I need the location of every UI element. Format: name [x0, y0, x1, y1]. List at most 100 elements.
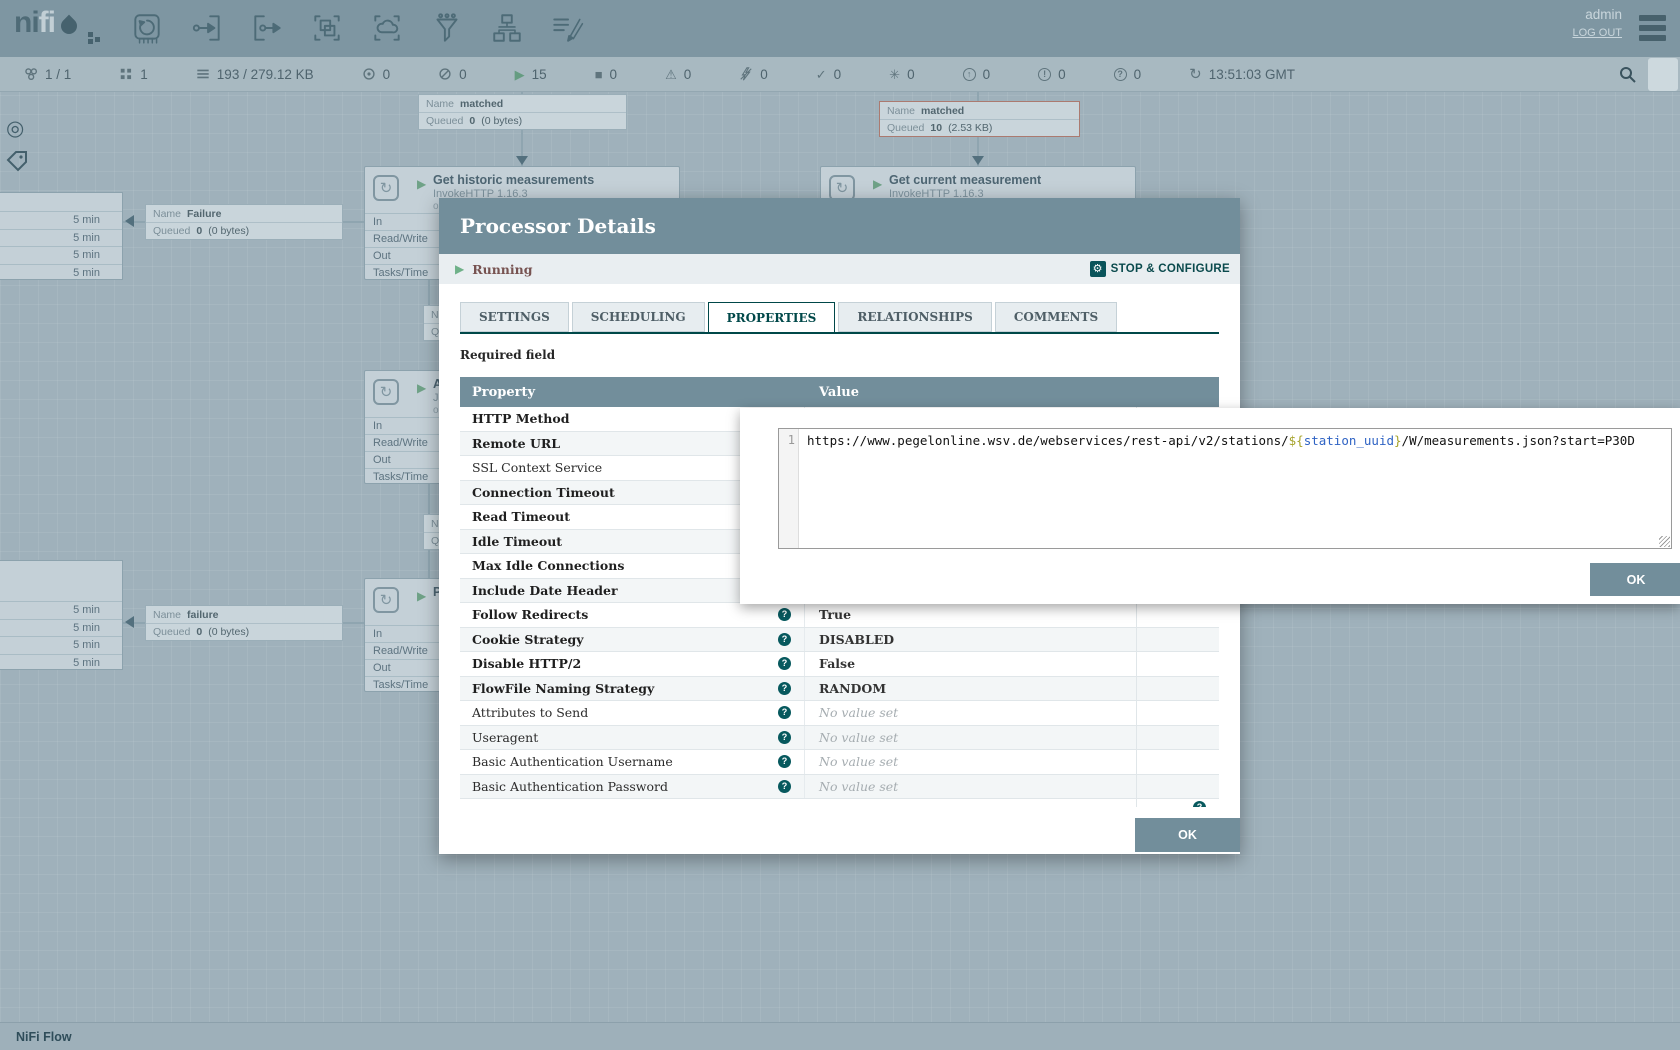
dialog-tabs: SETTINGSSCHEDULINGPROPERTIESRELATIONSHIP…	[460, 302, 1117, 333]
remote-process-group-icon[interactable]	[368, 9, 405, 47]
table-row[interactable]: Attributes to Send? No value set	[460, 701, 1219, 726]
stat-row-value: 5 min	[0, 636, 122, 654]
process-group-icon[interactable]	[308, 9, 345, 47]
help-icon[interactable]: ?	[778, 755, 791, 768]
refresh-icon[interactable]: ↻	[1189, 68, 1202, 81]
connection-label[interactable]: NameFailure Queued0(0 bytes)	[145, 204, 343, 240]
status-bar: 1 / 11193 / 279.12 KB00▶15■0⚠00✓0✳0↑0!0?…	[0, 57, 1680, 92]
processor-name: Get historic measurements	[433, 173, 594, 187]
logout-link[interactable]: LOG OUT	[1572, 27, 1622, 39]
expression-text[interactable]: https://www.pegelonline.wsv.de/webservic…	[799, 429, 1671, 548]
label-icon[interactable]	[548, 9, 585, 47]
connection-label[interactable]: Namefailure Queued0(0 bytes)	[145, 605, 343, 641]
run-status-icon: ▶	[417, 589, 426, 603]
tab-scheduling[interactable]: SCHEDULING	[572, 302, 705, 332]
not-transmitting-icon	[438, 67, 452, 81]
stop-and-configure-button[interactable]: ⚙ STOP & CONFIGURE	[1090, 254, 1230, 284]
table-row[interactable]: FlowFile Naming Strategy? RANDOM	[460, 677, 1219, 702]
connection-arrow-icon	[972, 156, 984, 165]
property-value[interactable]: No value set	[819, 779, 898, 794]
queued-icon	[196, 67, 210, 81]
table-row[interactable]: Useragent? No value set	[460, 726, 1219, 751]
help-icon[interactable]: ?	[778, 633, 791, 646]
circle-up-icon: ↑	[963, 68, 976, 81]
gear-icon: ⚙	[1090, 261, 1106, 277]
stopped-count: ■0	[595, 67, 617, 82]
sync-failure-count: ?0	[1114, 67, 1142, 82]
run-status-icon: ▶	[417, 381, 426, 395]
dialog-ok-button[interactable]: OK	[1135, 818, 1240, 852]
help-icon[interactable]: ?	[1193, 801, 1206, 807]
funnel-icon[interactable]	[428, 9, 465, 47]
table-row[interactable]: Disable HTTP/2?False	[460, 652, 1219, 677]
connection-label[interactable]: Namematched Queued0(0 bytes)	[418, 94, 627, 130]
processor-icon[interactable]	[128, 9, 165, 47]
property-name: SSL Context Service	[472, 460, 602, 475]
output-port-icon[interactable]	[248, 9, 285, 47]
cluster-icon	[24, 67, 38, 81]
property-name: Useragent	[472, 730, 538, 745]
help-icon[interactable]: ?	[778, 731, 791, 744]
offscreen-processor-stats[interactable]: 5 min5 min5 min5 min	[0, 192, 123, 280]
threads-icon	[119, 67, 133, 81]
breadcrumb[interactable]: NiFi Flow	[16, 1030, 72, 1044]
stat-row-value: 5 min	[0, 211, 122, 229]
property-value[interactable]: DISABLED	[819, 632, 894, 647]
table-row[interactable]: Basic Authentication Password?No value s…	[460, 775, 1219, 800]
input-port-icon[interactable]	[188, 9, 225, 47]
table-row[interactable]: Basic Authentication Username?No value s…	[460, 750, 1219, 775]
tab-settings[interactable]: SETTINGS	[460, 302, 569, 332]
help-icon[interactable]: ?	[778, 780, 791, 793]
offscreen-processor-stats[interactable]: 5 min5 min5 min5 min	[0, 560, 123, 670]
stat-row-value: 5 min	[0, 654, 122, 672]
template-icon[interactable]	[488, 9, 525, 47]
stat-row-value: 5 min	[0, 619, 122, 637]
logo-text: ni	[14, 6, 39, 40]
tab-relationships[interactable]: RELATIONSHIPS	[838, 302, 991, 332]
stat-row-value: 5 min	[0, 246, 122, 264]
tab-comments[interactable]: COMMENTS	[995, 302, 1117, 332]
property-value[interactable]: No value set	[819, 730, 898, 745]
property-value[interactable]: No value set	[819, 754, 898, 769]
label-component-icon[interactable]	[6, 150, 28, 177]
not-transmitting-count: 0	[438, 67, 467, 82]
top-header-bar: nifi admin LOG OUT	[0, 0, 1680, 57]
stat-row-value: 5 min	[0, 229, 122, 247]
help-icon[interactable]: ?	[778, 608, 791, 621]
queued-flowfiles: 193 / 279.12 KB	[196, 67, 314, 82]
component-toolbar	[128, 9, 585, 47]
locally-modified-stale-count: !0	[1038, 67, 1066, 82]
table-row[interactable]: Cookie Strategy?DISABLED	[460, 628, 1219, 653]
settings-button[interactable]	[1648, 58, 1678, 91]
help-icon[interactable]: ?	[778, 706, 791, 719]
properties-table-header: Property Value	[460, 377, 1219, 407]
search-icon[interactable]	[1612, 60, 1642, 90]
connection-line	[428, 484, 430, 514]
property-value[interactable]: No value set	[819, 705, 898, 720]
property-name: FlowFile Naming Strategy	[472, 681, 654, 696]
processor-type-icon: ↻	[373, 175, 399, 201]
funnel-component-icon[interactable]: ◎	[6, 116, 24, 141]
table-row[interactable]: Follow Redirects?True	[460, 603, 1219, 628]
help-icon[interactable]: ?	[778, 657, 791, 670]
help-icon[interactable]: ?	[778, 682, 791, 695]
line-number-gutter: 1	[779, 429, 799, 548]
property-value[interactable]: RANDOM	[819, 681, 886, 696]
connection-label-selected[interactable]: Namematched Queued10(2.53 KB)	[879, 101, 1080, 137]
resize-handle-icon[interactable]	[1659, 536, 1670, 547]
circle-question-icon: ?	[1114, 68, 1127, 81]
value-column-header: Value	[805, 385, 1219, 400]
property-value[interactable]: True	[819, 607, 851, 622]
run-status-label: Running	[472, 262, 532, 277]
stat-row-value: 5 min	[0, 264, 122, 282]
up-to-date-count: ✓0	[816, 67, 841, 82]
locally-modified-count: ✳0	[889, 67, 914, 82]
value-editor[interactable]: 1 https://www.pegelonline.wsv.de/webserv…	[778, 428, 1672, 549]
editor-ok-button[interactable]: OK	[1590, 563, 1680, 596]
tab-properties[interactable]: PROPERTIES	[708, 302, 836, 333]
active-threads: 1	[119, 67, 148, 82]
property-name: Attributes to Send	[472, 705, 588, 720]
property-value[interactable]: False	[819, 656, 855, 671]
global-menu-icon[interactable]	[1639, 11, 1666, 45]
processor-name: Get current measurement	[889, 173, 1041, 187]
